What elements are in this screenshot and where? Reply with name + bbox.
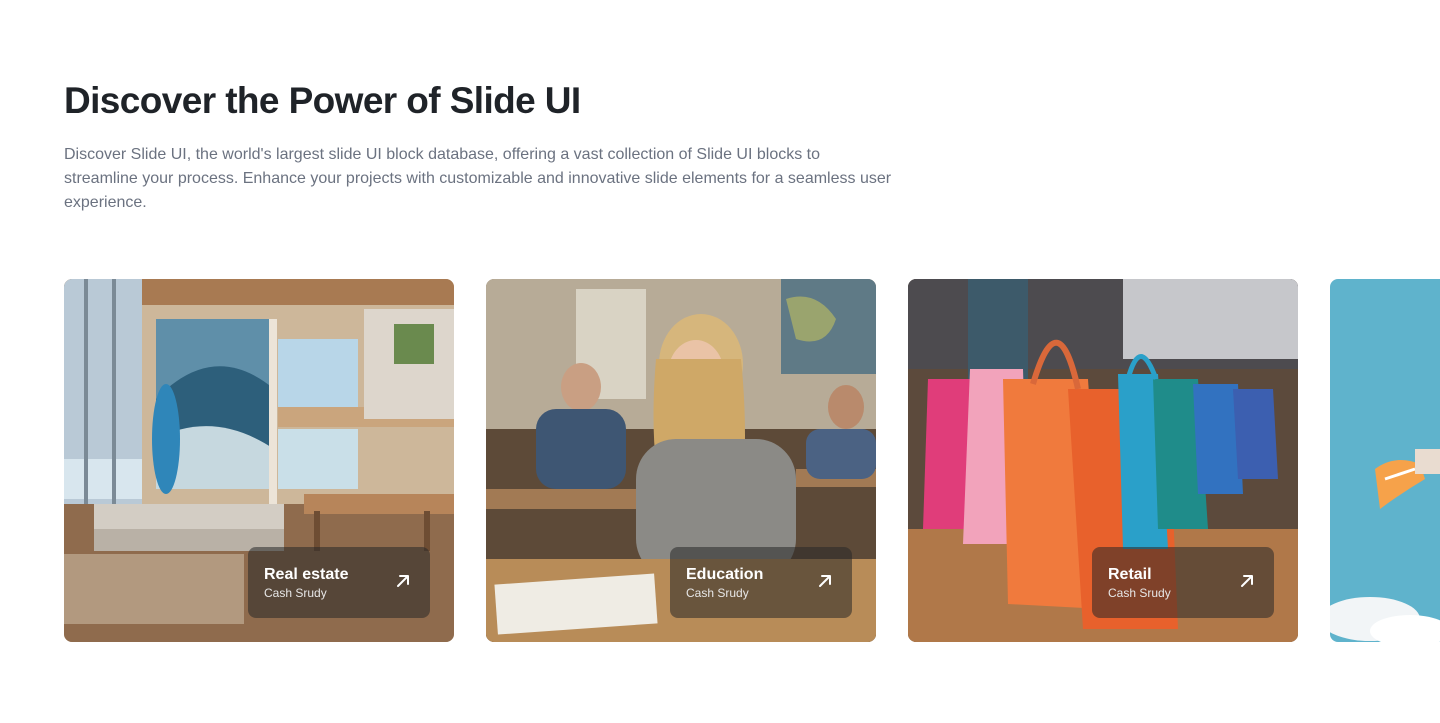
arrow-up-right-icon[interactable]: [1240, 574, 1254, 588]
card-caption: Education Cash Srudy: [670, 547, 852, 618]
card-subtitle: Cash Srudy: [264, 586, 327, 600]
card-title: Education: [686, 566, 764, 583]
arrow-up-right-icon[interactable]: [396, 574, 410, 588]
section-description: Discover Slide UI, the world's largest s…: [64, 146, 892, 211]
page: Discover the Power of Slide UI Discover …: [0, 0, 1440, 723]
card-title: Retail: [1108, 566, 1152, 583]
card-subtitle: Cash Srudy: [1108, 586, 1171, 600]
section-title: Discover the Power of Slide UI: [64, 80, 581, 121]
card-partial[interactable]: [1330, 279, 1440, 642]
card-education[interactable]: Education Cash Srudy: [486, 279, 876, 642]
card-caption: Real estate Cash Srudy: [248, 547, 430, 618]
arrow-up-right-icon[interactable]: [818, 574, 832, 588]
card-real-estate[interactable]: Real estate Cash Srudy: [64, 279, 454, 642]
card-title: Real estate: [264, 566, 349, 583]
card-retail[interactable]: Retail Cash Srudy: [908, 279, 1298, 642]
card-caption: Retail Cash Srudy: [1092, 547, 1274, 618]
card-subtitle: Cash Srudy: [686, 586, 749, 600]
sport-image: [1330, 279, 1440, 642]
